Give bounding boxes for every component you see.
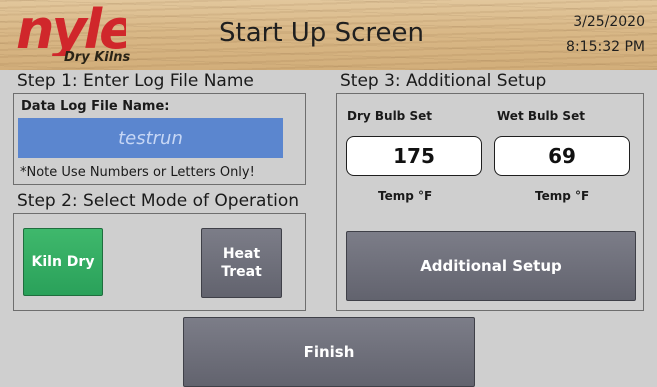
kiln-dry-button[interactable]: Kiln Dry [23,228,103,296]
svg-text:nyle: nyle [16,2,126,56]
logfile-name-input[interactable] [18,118,283,158]
finish-button[interactable]: Finish [183,317,475,387]
dry-bulb-unit: Temp °F [378,189,433,203]
time-display: 8:15:32 PM [566,39,645,55]
dry-bulb-label: Dry Bulb Set [347,109,432,123]
heat-treat-button[interactable]: Heat Treat [201,228,282,298]
logfile-field-label: Data Log File Name: [21,99,170,114]
additional-setup-button[interactable]: Additional Setup [346,231,636,301]
nyle-logo: nyle [16,2,126,56]
additional-setup-label: Additional Setup [420,257,562,275]
dry-bulb-setpoint-input[interactable] [346,136,482,176]
step3-heading: Step 3: Additional Setup [340,71,547,91]
logo-subtitle: Dry Kilns [64,50,131,65]
wet-bulb-label: Wet Bulb Set [497,109,585,123]
date-display: 3/25/2020 [573,14,645,30]
heat-treat-label-line1: Heat [222,246,261,262]
logfile-note: *Note Use Numbers or Letters Only! [20,165,255,180]
wet-bulb-unit: Temp °F [535,189,590,203]
finish-label: Finish [303,343,355,361]
wet-bulb-setpoint-input[interactable] [494,136,630,176]
heat-treat-label-line2: Treat [221,264,262,280]
step1-heading: Step 1: Enter Log File Name [17,71,254,91]
page-title: Start Up Screen [219,18,424,48]
step2-heading: Step 2: Select Mode of Operation [17,191,300,211]
kiln-dry-label: Kiln Dry [31,254,95,270]
